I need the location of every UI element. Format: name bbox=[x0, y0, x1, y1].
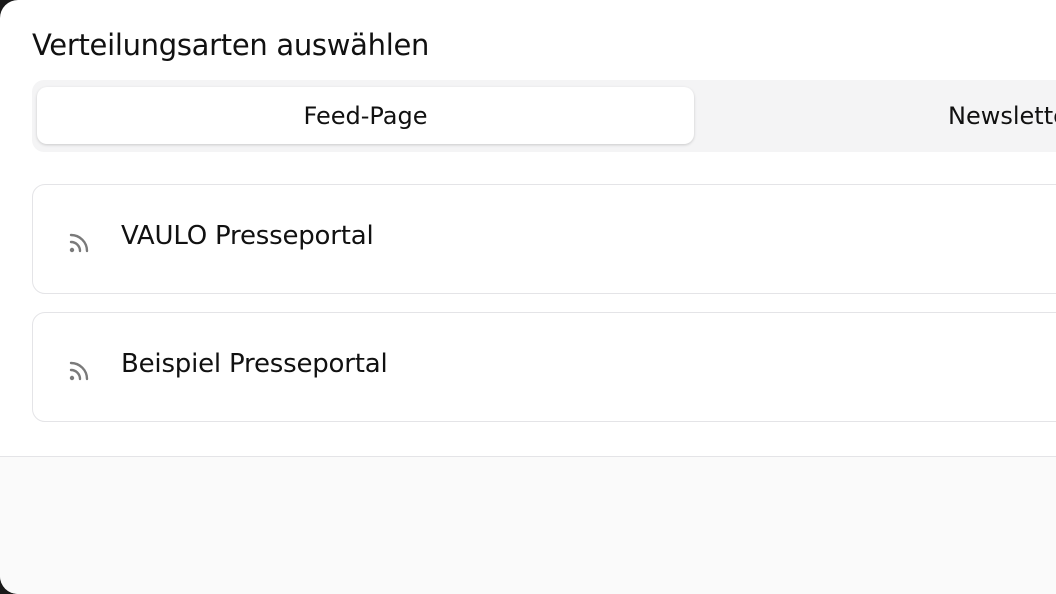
tab-feed-page[interactable]: Feed-Page bbox=[37, 87, 694, 144]
rss-icon bbox=[69, 233, 89, 253]
list-item-beispiel-presseportal[interactable]: Beispiel Presseportal bbox=[32, 312, 1056, 422]
tab-label: Feed-Page bbox=[303, 101, 428, 130]
tab-newsletter[interactable]: Newsletter bbox=[698, 87, 1056, 144]
list-item-vaulo-presseportal[interactable]: VAULO Presseportal bbox=[32, 184, 1056, 294]
dialog: Verteilungsarten auswählen Feed-Page New… bbox=[0, 0, 1056, 594]
dialog-title: Verteilungsarten auswählen bbox=[32, 28, 430, 62]
list-item-label: Beispiel Presseportal bbox=[121, 349, 388, 379]
tab-label: Newsletter bbox=[948, 101, 1056, 130]
tab-list: Feed-Page Newsletter bbox=[32, 80, 1056, 152]
rss-icon bbox=[69, 361, 89, 381]
dialog-footer bbox=[0, 456, 1056, 594]
list-item-label: VAULO Presseportal bbox=[121, 221, 374, 251]
